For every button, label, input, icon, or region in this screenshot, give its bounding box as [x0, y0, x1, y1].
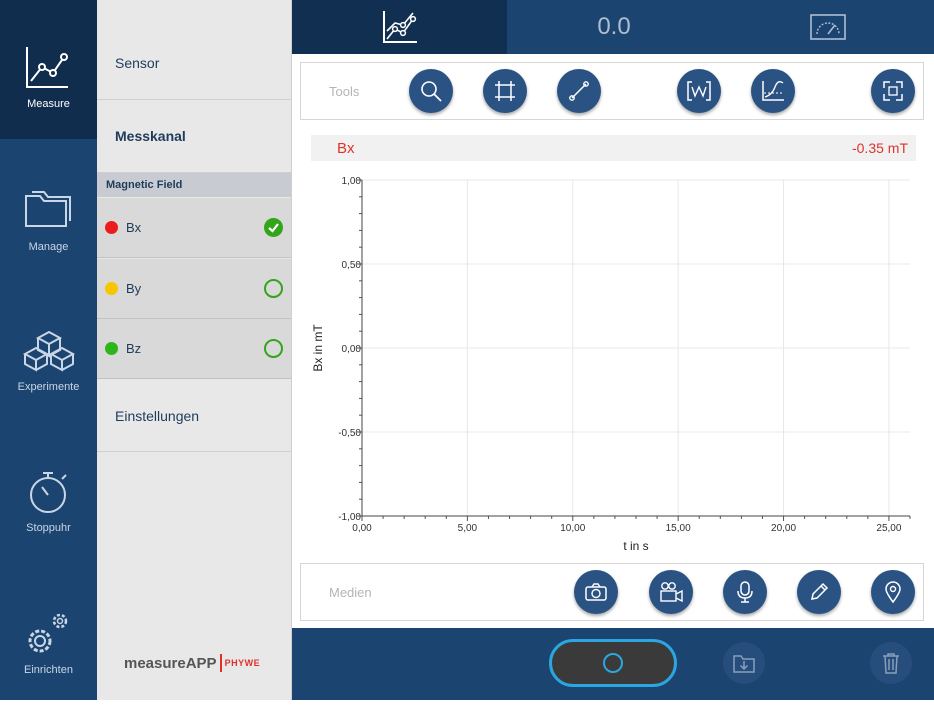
nav-item-stoppuhr[interactable]: Stoppuhr — [0, 424, 97, 563]
sensor-row[interactable]: Sensor — [97, 27, 291, 100]
nav-label: Einrichten — [24, 664, 73, 676]
curve-fit-icon — [762, 81, 784, 101]
curve-fit-button[interactable] — [751, 69, 795, 113]
unchecked-circle-icon[interactable] — [264, 279, 283, 298]
channel-item-bz[interactable]: Bz — [97, 319, 291, 379]
line-tool-button[interactable] — [557, 69, 601, 113]
save-button[interactable] — [723, 642, 765, 684]
unchecked-circle-icon[interactable] — [264, 339, 283, 358]
x-tick-label: 20,00 — [771, 523, 796, 534]
cubes-icon — [22, 330, 76, 372]
location-button[interactable] — [871, 570, 915, 614]
camera-icon — [585, 583, 607, 601]
logo-text: measureAPP — [124, 654, 217, 672]
channel-name: By — [126, 281, 142, 296]
sensor-label: Sensor — [115, 55, 160, 71]
channel-item-bx[interactable]: Bx — [97, 198, 291, 258]
crop-icon — [495, 81, 515, 101]
logo-divider — [219, 654, 222, 672]
nav-item-einrichten[interactable]: Einrichten — [0, 566, 97, 705]
nav-item-experimente[interactable]: Experimente — [0, 283, 97, 422]
zoom-button[interactable] — [409, 69, 453, 113]
channel-color-dot — [105, 342, 118, 355]
photo-button[interactable] — [574, 570, 618, 614]
readout-value: -0.35 mT — [851, 140, 908, 156]
measurement-view: Tools Bx -0.35 mT 0,00 5,00 10,00 15,00 … — [292, 54, 934, 628]
media-label: Medien — [329, 585, 372, 600]
x-tick-label: 25,00 — [876, 523, 901, 534]
settings-label: Einstellungen — [115, 407, 200, 424]
note-button[interactable] — [797, 570, 841, 614]
channel-item-by[interactable]: By — [97, 259, 291, 319]
microphone-icon — [737, 581, 753, 603]
settings-row[interactable]: Einstellungen — [97, 380, 291, 452]
y-tick-label: 1,00 — [342, 176, 362, 187]
stopwatch-icon — [30, 472, 67, 513]
channel-color-dot — [105, 221, 118, 234]
channel-name: Bx — [126, 220, 142, 235]
x-axis-label: t in s — [623, 539, 648, 553]
fullscreen-button[interactable] — [871, 69, 915, 113]
channel-name: Bz — [126, 341, 142, 356]
pencil-icon — [811, 582, 829, 600]
delete-button[interactable] — [870, 642, 912, 684]
y-axis-label: Bx in mT — [311, 324, 325, 372]
readout-channel: Bx — [337, 139, 355, 157]
video-camera-icon — [660, 582, 683, 603]
nav-label: Measure — [27, 98, 70, 110]
line-chart-icon — [382, 11, 417, 43]
audio-button[interactable] — [723, 570, 767, 614]
autoscale-icon — [687, 81, 711, 101]
autoscale-button[interactable] — [677, 69, 721, 113]
measurement-chart[interactable]: 0,00 5,00 10,00 15,00 20,00 25,00 1,00 0,50 0,00… — [292, 164, 934, 559]
nav-label: Manage — [28, 241, 69, 253]
location-pin-icon — [885, 581, 901, 604]
y-tick-label: -0,50 — [338, 428, 361, 439]
nav-item-measure[interactable]: Measure — [0, 0, 97, 139]
group-header: Magnetic Field — [97, 173, 291, 197]
settings-panel: Sensor Messkanal Magnetic Field Bx By Bz… — [97, 0, 292, 700]
y-tick-label: -1,00 — [338, 512, 361, 523]
expand-icon — [883, 81, 903, 101]
gauge-icon — [809, 14, 846, 40]
tab-gauge[interactable] — [721, 0, 934, 54]
video-button[interactable] — [649, 570, 693, 614]
nav-label: Experimente — [17, 381, 80, 393]
x-tick-label: 0,00 — [352, 523, 372, 534]
channel-label: Messkanal — [115, 128, 186, 144]
logo-brand: PHYWE — [224, 658, 261, 668]
media-toolbar: Medien — [300, 563, 924, 621]
bottom-bar — [292, 628, 934, 700]
y-tick-label: 0,50 — [342, 260, 362, 271]
crop-button[interactable] — [483, 69, 527, 113]
y-tick-label: 0,00 — [342, 344, 362, 355]
nav-label: Stoppuhr — [26, 522, 71, 534]
channel-row[interactable]: Messkanal — [97, 100, 291, 173]
magnifier-icon — [421, 81, 442, 102]
numeric-value: 0.0 — [597, 13, 631, 40]
folder-download-icon — [733, 655, 755, 673]
tools-label: Tools — [329, 84, 360, 99]
nav-item-manage[interactable]: Manage — [0, 143, 97, 282]
record-icon — [603, 653, 623, 673]
app-logo: measureAPP PHYWE — [124, 654, 260, 672]
channel-color-dot — [105, 282, 118, 295]
tab-numeric[interactable]: 0.0 — [507, 0, 721, 54]
gears-icon — [28, 613, 68, 653]
view-tabs: 0.0 — [292, 0, 934, 54]
folder-icon — [25, 191, 71, 227]
channel-readout: Bx -0.35 mT — [311, 135, 916, 161]
record-button[interactable] — [549, 639, 677, 687]
line-chart-icon — [26, 47, 68, 88]
line-segment-icon — [569, 81, 589, 101]
main-navigation: Measure Manage Experimente Stoppuhr Einr… — [0, 0, 97, 700]
x-tick-label: 10,00 — [560, 523, 585, 534]
trash-icon — [883, 653, 899, 674]
x-tick-label: 5,00 — [458, 523, 478, 534]
tab-graph[interactable] — [292, 0, 507, 54]
tools-toolbar: Tools — [300, 62, 924, 120]
checkmark-icon[interactable] — [264, 218, 283, 237]
x-tick-label: 15,00 — [666, 523, 691, 534]
